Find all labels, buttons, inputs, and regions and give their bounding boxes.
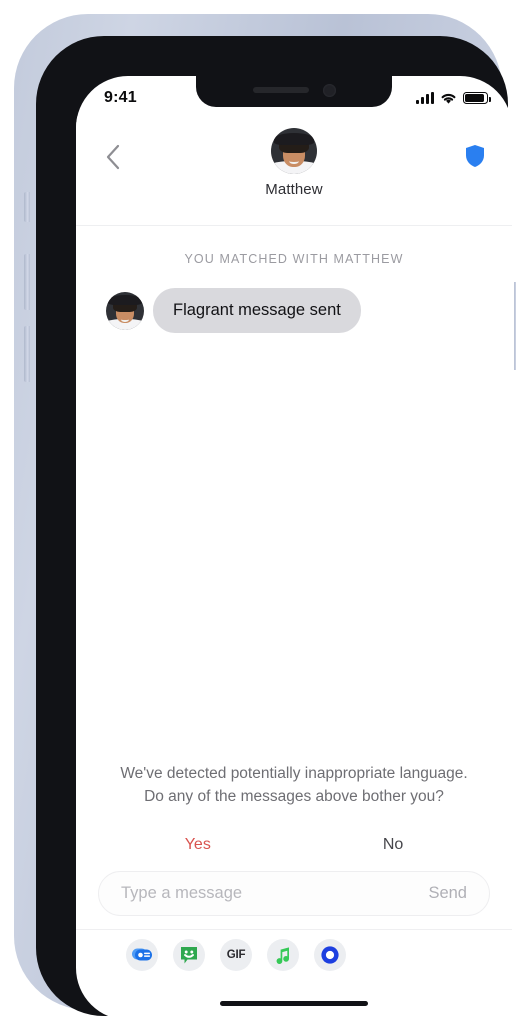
earpiece-speaker-icon xyxy=(252,87,309,93)
chat-header: Matthew xyxy=(76,116,512,226)
status-bar-indicators xyxy=(416,92,491,105)
music-note-icon xyxy=(276,947,290,964)
phone-outer-frame: 9:41 Matthew YOU MATCHED WITH MATTHEW Fl… xyxy=(14,14,516,1020)
phone-body: 9:41 Matthew YOU MATCHED WITH MATTHEW Fl… xyxy=(36,36,512,1020)
music-button[interactable] xyxy=(267,939,299,971)
safety-prompt-actions: Yes No xyxy=(76,836,512,854)
volume-up-button[interactable] xyxy=(24,254,30,310)
message-input-placeholder: Type a message xyxy=(121,884,243,902)
front-camera-icon xyxy=(322,83,336,97)
message-sender-avatar[interactable] xyxy=(106,291,144,330)
ring-circle-icon xyxy=(321,946,339,964)
shield-icon xyxy=(466,145,484,167)
home-indicator[interactable] xyxy=(220,1001,368,1006)
status-bar-time: 9:41 xyxy=(104,89,137,106)
sticker-smiley-icon xyxy=(181,947,197,964)
imessage-apps-button[interactable] xyxy=(126,939,158,971)
battery-full-icon xyxy=(463,92,491,104)
imessage-apps-icon xyxy=(132,948,152,961)
app-icon-tray: GIF xyxy=(76,930,512,980)
avatar-hat xyxy=(273,132,315,145)
message-row: Flagrant message sent xyxy=(76,266,512,333)
cellular-signal-icon xyxy=(416,92,434,104)
stickers-button[interactable] xyxy=(173,939,205,971)
volume-down-button[interactable] xyxy=(24,326,30,382)
avatar-hat xyxy=(108,295,142,306)
safety-prompt: We've detected potentially inappropriate… xyxy=(76,763,512,854)
wifi-icon xyxy=(441,93,456,104)
avatar-smile xyxy=(289,158,299,165)
contact-avatar[interactable] xyxy=(271,128,317,174)
device-notch xyxy=(196,76,392,107)
safety-prompt-line-1: We've detected potentially inappropriate… xyxy=(120,765,468,783)
message-input-field[interactable]: Type a message Send xyxy=(98,871,490,916)
message-bubble[interactable]: Flagrant message sent xyxy=(153,288,361,333)
safety-yes-button[interactable]: Yes xyxy=(185,836,211,854)
safety-shield-button[interactable] xyxy=(460,140,490,172)
match-banner: YOU MATCHED WITH MATTHEW xyxy=(184,252,404,266)
contact-name: Matthew xyxy=(265,181,323,198)
gif-button[interactable]: GIF xyxy=(220,939,252,971)
ring-app-button[interactable] xyxy=(314,939,346,971)
mute-switch-button[interactable] xyxy=(24,192,30,222)
safety-no-button[interactable]: No xyxy=(383,836,403,854)
safety-prompt-line-2: Do any of the messages above bother you? xyxy=(144,787,444,805)
avatar-smile xyxy=(121,317,129,322)
header-contact[interactable]: Matthew xyxy=(76,128,512,198)
send-button[interactable]: Send xyxy=(428,884,467,903)
gif-icon: GIF xyxy=(226,949,246,961)
phone-screen: 9:41 Matthew YOU MATCHED WITH MATTHEW Fl… xyxy=(76,76,512,1020)
message-composer: Type a message Send xyxy=(76,858,512,930)
